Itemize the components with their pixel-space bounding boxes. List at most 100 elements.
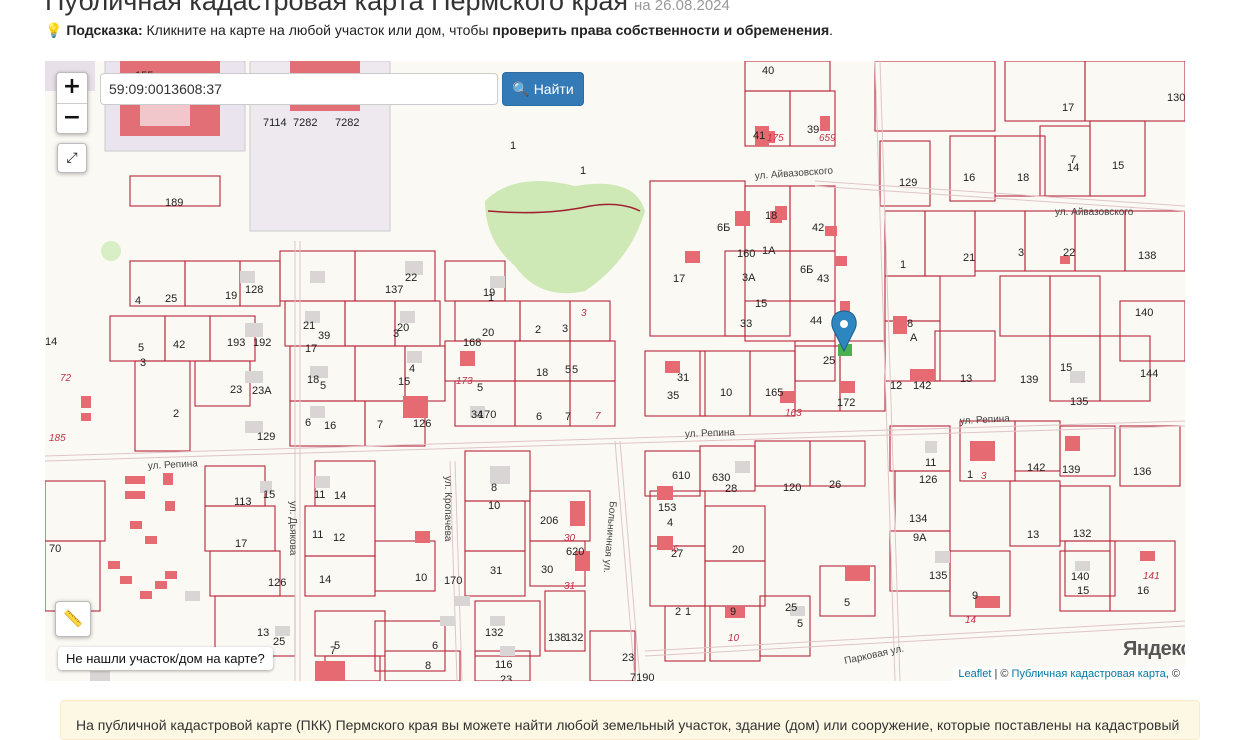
house (1065, 436, 1080, 451)
leaflet-link[interactable]: Leaflet (958, 668, 991, 680)
search-input[interactable] (100, 73, 498, 105)
parcel-label: 33 (740, 318, 752, 330)
parcel-label: 5 (797, 618, 803, 630)
parcel-label: 8 (425, 660, 431, 672)
parcel-label: 10 (728, 633, 740, 644)
house (657, 486, 673, 500)
parcel-label: 128 (245, 284, 263, 296)
fullscreen-icon[interactable]: ⤢ (57, 143, 87, 173)
parcel-label: 15 (1112, 160, 1124, 172)
parcel-label: 25 (823, 355, 835, 367)
cadastral-map[interactable]: 1557114728272821891140411753965913017714… (45, 61, 1185, 681)
parcel-label: 140 (1135, 307, 1153, 319)
parcel-label: 136 (1133, 466, 1151, 478)
parcel-label: 18 (765, 210, 777, 222)
yandex-logo: Яндекс (1123, 638, 1185, 660)
house (970, 441, 995, 461)
house (310, 406, 325, 418)
parcel-label: 43 (817, 273, 829, 285)
house (155, 581, 167, 589)
parcel-label: 21 (963, 252, 975, 264)
house (835, 256, 847, 266)
parcel-label: 116 (495, 659, 513, 671)
parcel-label: 3 (393, 328, 399, 340)
house (685, 251, 700, 263)
parcel-label: 13 (1027, 529, 1039, 541)
house (893, 316, 907, 334)
parcel-label: 2 (173, 408, 179, 420)
house (1070, 371, 1085, 383)
page-title: Публичная кадастровая карта Пермского кр… (45, 0, 730, 17)
house (490, 616, 505, 626)
parcel-label: 25 (165, 293, 177, 305)
house (163, 473, 173, 485)
search-icon: 🔍 (512, 81, 530, 97)
house (240, 271, 255, 283)
parcel-label: 129 (257, 431, 275, 443)
map-canvas[interactable]: 1557114728272821891140411753965913017714… (45, 61, 1185, 681)
parcel-label: 135 (929, 570, 947, 582)
parcel-label: 17 (673, 273, 685, 285)
info-alert: На публичной кадастровой карте (ПКК) Пер… (60, 700, 1200, 740)
house (455, 596, 470, 606)
street-label: ул. Дьякова (287, 501, 298, 556)
parcel-label: 7190 (630, 672, 654, 681)
house (185, 591, 200, 601)
parcel-label: 7 (377, 419, 383, 431)
parcel-label: 72 (60, 373, 72, 384)
parcel-label: 20 (732, 544, 744, 556)
parcel-label: 7282 (335, 117, 359, 129)
house (935, 551, 950, 563)
hint-line: 💡 Подсказка: Кликните на карте на любой … (45, 22, 834, 38)
parcel-label: 1 (580, 165, 586, 177)
ruler-icon[interactable]: 📏 (55, 601, 91, 637)
house (460, 351, 475, 366)
parcel-label: 165 (765, 387, 783, 399)
parcel-label: 7282 (293, 117, 317, 129)
parcel-label: 18 (536, 367, 548, 379)
parcel-label: 14 (319, 574, 331, 586)
house (81, 413, 91, 421)
parcel-label: 3 (581, 308, 587, 319)
lightbulb-icon: 💡 (45, 22, 63, 38)
parcel-label: 132 (1073, 528, 1091, 540)
parcel-label: 23А (252, 385, 272, 397)
parcel-label: 9А (913, 532, 927, 544)
parcel-label: 5 (320, 380, 326, 392)
zoom-out-button[interactable]: − (57, 104, 87, 134)
parcel-label: 3 (562, 323, 568, 335)
parcel-label: 16 (1137, 585, 1149, 597)
parcel-label: 130 (1167, 92, 1185, 104)
parcel-label: 15 (755, 298, 767, 310)
house (315, 661, 345, 681)
parcel-label: 14 (1067, 162, 1079, 174)
zoom-in-button[interactable]: + (57, 73, 87, 104)
house (81, 396, 91, 408)
parcel-label: 1 (488, 292, 494, 304)
parcel-label: 138 (548, 632, 566, 644)
parcel-label: 16 (963, 172, 975, 184)
parcel-label: 14 (334, 490, 346, 502)
parcel-label: 132 (565, 632, 583, 644)
find-button[interactable]: 🔍 Найти (502, 72, 584, 106)
house (825, 226, 837, 236)
house (310, 271, 325, 283)
parcel-label: 18 (307, 374, 319, 386)
house (165, 501, 175, 511)
parcel-label: 140 (1071, 571, 1089, 583)
parcel-label: 139 (1020, 374, 1038, 386)
map-attribution: Leaflet | © Публичная кадастровая карта,… (953, 667, 1185, 681)
parcel-label: 1 (510, 140, 516, 152)
parcel-label: 11 (312, 529, 323, 541)
pkk-link[interactable]: Публичная кадастровая карта (1012, 668, 1166, 680)
parcel-label: 8 (907, 318, 913, 330)
parcel-label: 15 (1060, 362, 1072, 374)
parcel-label: 126 (268, 577, 286, 589)
parcel-label: 3А (742, 272, 756, 284)
not-found-button[interactable]: Не нашли участок/дом на карте? (58, 647, 273, 670)
parcel-label: 40 (762, 65, 774, 77)
small-green (101, 241, 121, 261)
parcel-label: 6 (432, 640, 438, 652)
parcel-label: 1А (762, 245, 776, 257)
parcel-label: А (910, 332, 918, 344)
